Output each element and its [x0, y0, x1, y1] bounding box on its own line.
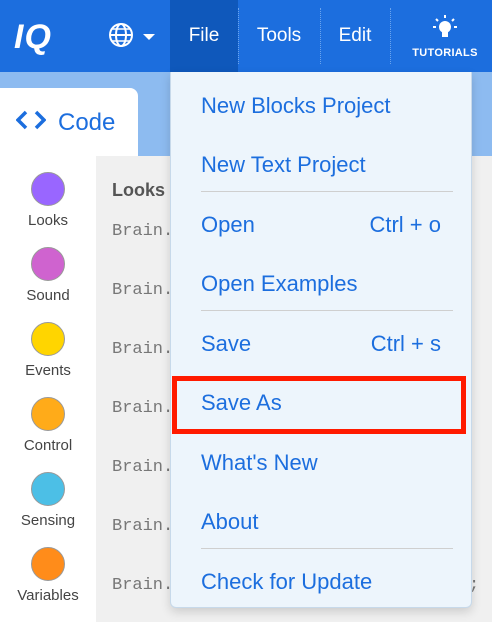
category-sound[interactable]: Sound [0, 247, 96, 304]
language-menu-button[interactable] [108, 22, 156, 53]
category-control[interactable]: Control [0, 397, 96, 454]
menu-item-label: New Blocks Project [201, 93, 391, 118]
category-color-dot [31, 547, 65, 581]
menu-tools[interactable]: Tools [238, 0, 320, 72]
menu-divider [201, 310, 453, 311]
category-label: Events [25, 362, 71, 379]
tutorials-button[interactable]: TUTORIALS [398, 0, 492, 72]
app-logo[interactable]: IQ [14, 18, 52, 57]
menu-item-check-for-update[interactable]: Check for Update [171, 554, 471, 610]
code-brackets-icon [15, 109, 47, 137]
menu-item-shortcut: Ctrl + o [369, 212, 441, 237]
category-color-dot [31, 247, 65, 281]
divider [390, 8, 391, 64]
category-looks[interactable]: Looks [0, 172, 96, 229]
caret-down-icon [142, 29, 156, 47]
menu-item-label: Open [201, 212, 255, 237]
menu-item-whats-new[interactable]: What's New [171, 435, 471, 491]
menu-item-label: Check for Update [201, 569, 373, 594]
category-label: Control [23, 437, 73, 454]
category-events[interactable]: Events [0, 322, 96, 379]
top-bar: IQ File Tools Edit TUTORIALS [0, 0, 492, 72]
menu-item-new-blocks-project[interactable]: New Blocks Project [171, 78, 471, 134]
section-title: Looks [112, 180, 166, 200]
menu-file[interactable]: File [170, 0, 238, 72]
menu-item-open-examples[interactable]: Open Examples [171, 256, 471, 312]
menu-item-label: New Text Project [201, 152, 366, 177]
menu-item-label: What's New [201, 450, 318, 475]
category-label: Variables [17, 587, 79, 604]
menu-item-label: Open Examples [201, 271, 358, 296]
menu-divider [201, 191, 453, 192]
menu-divider [201, 548, 453, 549]
lightbulb-icon [432, 14, 458, 43]
category-color-dot [31, 397, 65, 431]
tab-code[interactable]: Code [0, 88, 138, 158]
category-color-dot [31, 322, 65, 356]
menu-item-open[interactable]: Open Ctrl + o [171, 197, 471, 253]
category-color-dot [31, 172, 65, 206]
menu-item-save[interactable]: Save Ctrl + s [171, 316, 471, 372]
category-label: Looks [27, 212, 69, 229]
tab-code-label: Code [58, 109, 116, 136]
menu-item-new-text-project[interactable]: New Text Project [171, 137, 471, 193]
highlight-box [172, 376, 466, 434]
category-label: Sound [26, 287, 70, 304]
category-sensing[interactable]: Sensing [0, 472, 96, 529]
category-variables[interactable]: Variables [0, 547, 96, 604]
category-label: Sensing [20, 512, 76, 529]
category-palette: Looks Sound Events Control Sensing Varia… [0, 156, 96, 622]
menu-item-shortcut: Ctrl + s [370, 331, 441, 356]
menu-item-label: About [201, 509, 259, 534]
globe-icon [108, 22, 134, 53]
category-color-dot [31, 472, 65, 506]
menu-item-label: Save [201, 331, 252, 356]
tutorials-label: TUTORIALS [412, 46, 478, 59]
menu-item-about[interactable]: About [171, 494, 471, 550]
menu-edit[interactable]: Edit [320, 0, 390, 72]
file-menu-dropdown: New Blocks Project New Text Project Open… [170, 72, 472, 608]
